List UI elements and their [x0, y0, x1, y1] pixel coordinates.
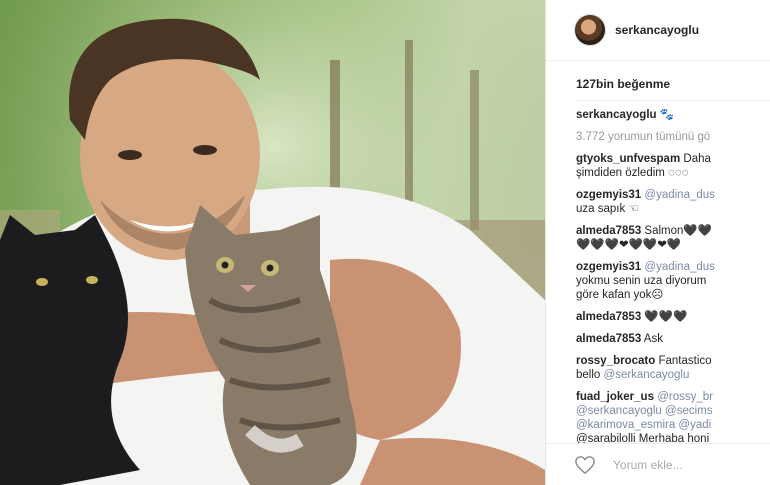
comment-text-cont: uza sapık ☜	[576, 203, 639, 215]
comment-text-cont: 🖤🖤🖤❤🖤🖤❤🖤	[576, 239, 682, 251]
comment-username[interactable]: ozgemyis31	[576, 189, 641, 201]
comment-mention-line[interactable]: @karimova_esmira @yadi	[576, 418, 770, 432]
post-header: serkancayoglu	[546, 0, 770, 61]
comment-text-cont: göre kafan yok☹	[576, 289, 664, 301]
comment-mention[interactable]: @yadina_dus	[644, 189, 715, 201]
post-sidebar: serkancayoglu 127bin beğenme serkancayog…	[546, 0, 770, 485]
header-username[interactable]: serkancayoglu	[615, 23, 699, 37]
comment-input[interactable]	[611, 457, 765, 473]
heart-icon[interactable]	[573, 455, 597, 475]
comment-mention[interactable]: @yadina_dus	[644, 261, 715, 273]
comment-item: almeda7853 🖤🖤🖤	[576, 310, 770, 324]
caption-text: 🐾	[659, 109, 675, 121]
comment-text: Daha	[683, 153, 711, 165]
comment-text-cont: bello	[576, 369, 601, 381]
comment-text-cont: şimdiden özledim ◌◌◌	[576, 167, 689, 179]
comment-username[interactable]: almeda7853	[576, 225, 641, 237]
comment-username[interactable]: ozgemyis31	[576, 261, 641, 273]
comment-item: almeda7853 Salmon🖤🖤 🖤🖤🖤❤🖤🖤❤🖤	[576, 224, 770, 252]
caption: serkancayoglu 🐾	[576, 108, 770, 122]
post-photo[interactable]	[0, 0, 545, 485]
comment-item: rossy_brocato Fantastico bello @serkanca…	[576, 354, 770, 382]
comment-text-cont: yokmu senin uza diyorum	[576, 275, 707, 287]
comment-footer	[546, 443, 770, 485]
comment-mention[interactable]: @serkancayoglu	[604, 369, 690, 381]
comment-username[interactable]: rossy_brocato	[576, 355, 655, 367]
comment-item: ozgemyis31 @yadina_dus yokmu senin uza d…	[576, 260, 770, 302]
post-image	[0, 0, 545, 485]
comment-text: Fantastico	[658, 355, 712, 367]
view-all-comments-link[interactable]: 3.772 yorumun tümünü gö	[576, 130, 770, 144]
comment-text: Salmon🖤🖤	[644, 225, 713, 237]
comment-username[interactable]: gtyoks_unfvespam	[576, 153, 680, 165]
comment-item: ozgemyis31 @yadina_dus uza sapık ☜	[576, 188, 770, 216]
comment-item: gtyoks_unfvespam Daha şimdiden özledim ◌…	[576, 152, 770, 180]
likes-count[interactable]: 127bin beğenme	[576, 77, 670, 91]
profile-avatar[interactable]	[574, 14, 606, 46]
comment-username[interactable]: fuad_joker_us	[576, 391, 654, 403]
comments-list: serkancayoglu 🐾 3.772 yorumun tümünü gö …	[576, 108, 770, 446]
comment-item: fuad_joker_us @rossy_br @serkancayoglu @…	[576, 390, 770, 446]
comment-text: 🖤🖤🖤	[644, 311, 688, 323]
comment-username[interactable]: almeda7853	[576, 311, 641, 323]
likes-divider	[574, 100, 770, 101]
comment-item: almeda7853 Ask	[576, 332, 770, 346]
comment-mention[interactable]: @rossy_br	[657, 391, 713, 403]
comment-username[interactable]: almeda7853	[576, 333, 641, 345]
caption-username[interactable]: serkancayoglu	[576, 109, 657, 121]
comment-text: Ask	[643, 333, 663, 345]
comment-mention-line[interactable]: @serkancayoglu @secims	[576, 404, 770, 418]
